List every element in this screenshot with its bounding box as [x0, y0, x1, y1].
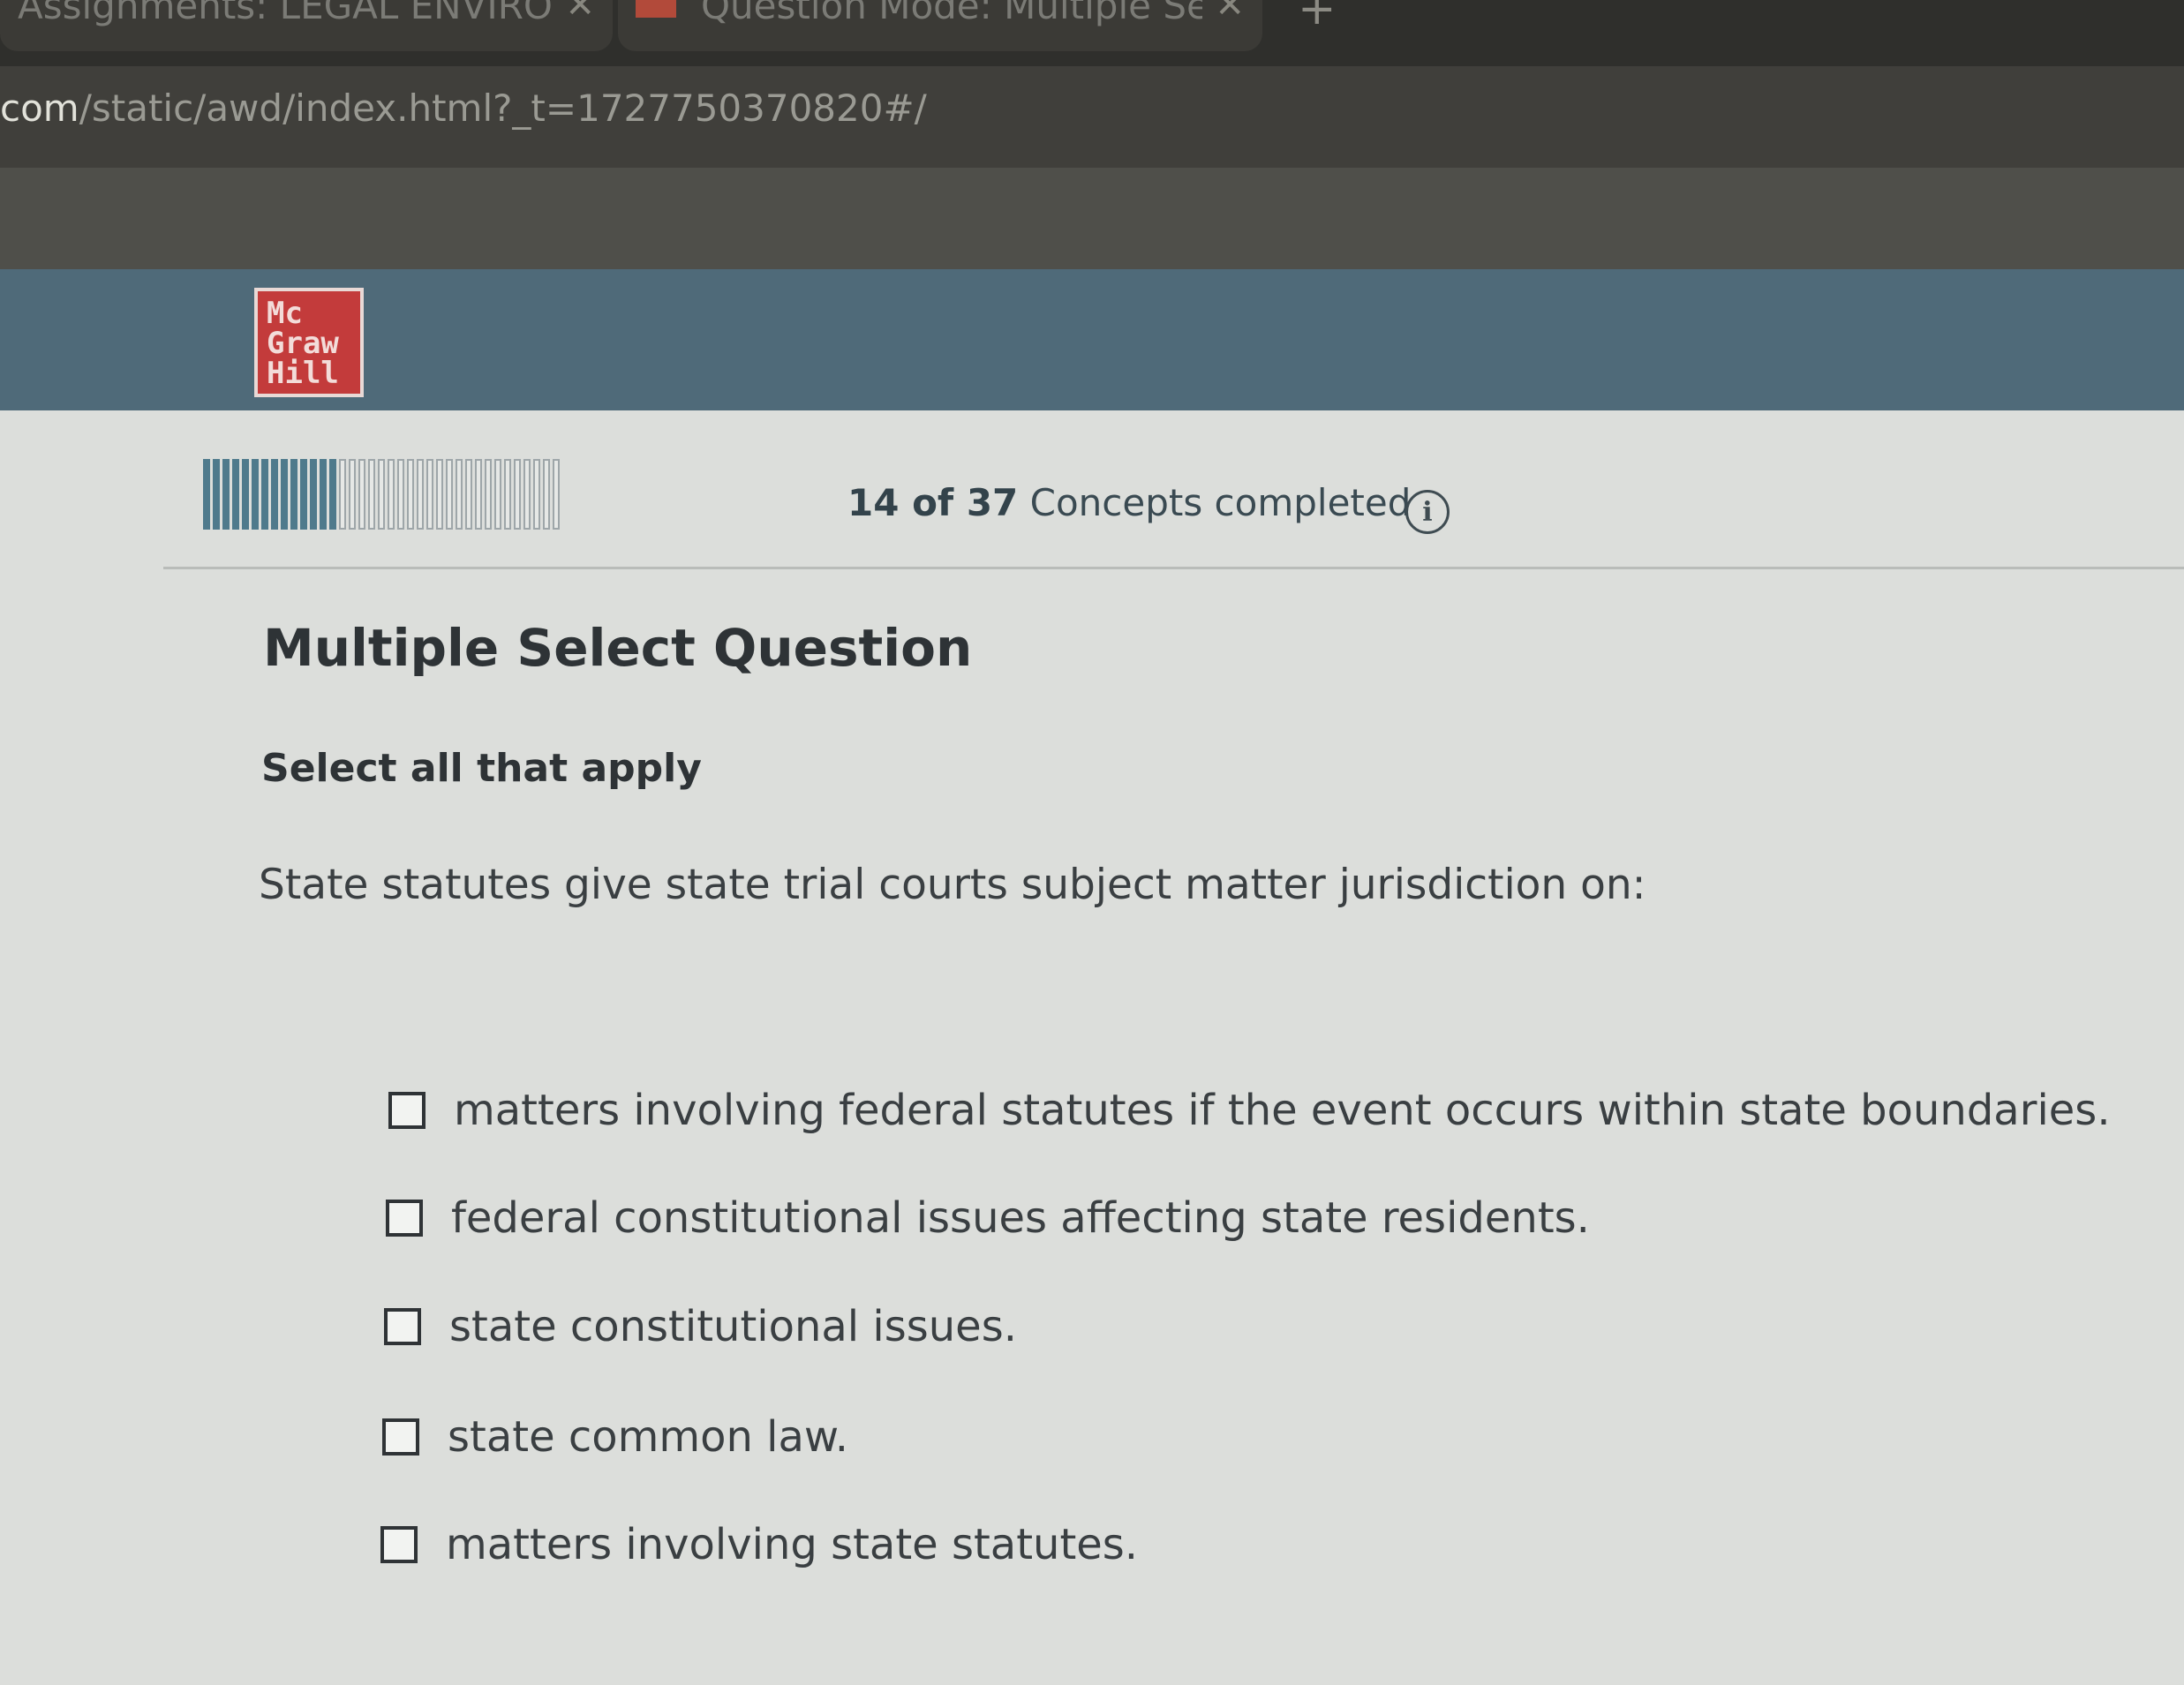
divider [163, 567, 2184, 569]
question-title: Multiple Select Question [263, 618, 973, 678]
progress-segment [456, 459, 463, 530]
browser-tab-question-mode[interactable]: Question Mode: Multiple Selec ✕ [618, 0, 1262, 51]
checkbox[interactable] [382, 1418, 419, 1456]
progress-segment [222, 459, 230, 530]
answer-option[interactable]: federal constitutional issues affecting … [386, 1193, 1590, 1243]
progress-segment [368, 459, 375, 530]
progress-segment [514, 459, 521, 530]
progress-segment [252, 459, 259, 530]
checkbox[interactable] [386, 1200, 423, 1237]
progress-segment [378, 459, 385, 530]
progress-segment [475, 459, 482, 530]
progress-segment [339, 459, 346, 530]
bookmarks-bar [0, 168, 2184, 269]
info-icon[interactable]: i [1405, 490, 1450, 534]
answer-option-label[interactable]: matters involving federal statutes if th… [454, 1086, 2111, 1135]
answer-option[interactable]: matters involving federal statutes if th… [388, 1086, 2111, 1135]
answer-option[interactable]: state constitutional issues. [384, 1302, 1017, 1351]
progress-segment [261, 459, 268, 530]
answer-option[interactable]: state common law. [382, 1412, 848, 1462]
url-host: com [0, 87, 79, 130]
progress-segment [232, 459, 239, 530]
logo-line: Mc [267, 296, 303, 331]
progress-count: 14 of 37 [847, 481, 1019, 524]
progress-segment [203, 459, 210, 530]
tab-title: Question Mode: Multiple Selec [701, 0, 1203, 27]
answer-option-label[interactable]: federal constitutional issues affecting … [451, 1193, 1590, 1243]
checkbox[interactable] [384, 1308, 421, 1345]
logo-line: Hill [267, 356, 339, 391]
new-tab-icon[interactable]: + [1298, 0, 1337, 32]
progress-segment [271, 459, 278, 530]
close-icon[interactable]: ✕ [565, 0, 595, 26]
progress-segment [533, 459, 540, 530]
progress-segment [417, 459, 424, 530]
close-icon[interactable]: ✕ [1215, 0, 1245, 26]
progress-segment [310, 459, 317, 530]
progress-segment [426, 459, 433, 530]
progress-segment [300, 459, 307, 530]
progress-segment [358, 459, 365, 530]
checkbox[interactable] [388, 1092, 426, 1129]
progress-segment [242, 459, 249, 530]
checkbox[interactable] [380, 1526, 418, 1563]
mcgraw-hill-favicon-icon [636, 0, 676, 18]
progress-segment [407, 459, 414, 530]
progress-segment [523, 459, 531, 530]
tab-title: Assignments: LEGAL ENVIRON [18, 0, 554, 27]
progress-segment [485, 459, 492, 530]
progress-segment [553, 459, 560, 530]
progress-status: 14 of 37 Concepts completed [847, 481, 1411, 524]
progress-label: Concepts completed [1029, 481, 1412, 524]
url-field[interactable]: com/static/awd/index.html?_t=17277503708… [0, 87, 927, 130]
progress-segment [446, 459, 453, 530]
answer-option-label[interactable]: state common law. [448, 1412, 848, 1462]
progress-segment [213, 459, 220, 530]
progress-segment [465, 459, 472, 530]
answer-option-label[interactable]: matters involving state statutes. [446, 1520, 1138, 1569]
browser-tab-assignments[interactable]: Assignments: LEGAL ENVIRON ✕ [0, 0, 613, 51]
question-instruction: Select all that apply [261, 746, 702, 791]
question-prompt: State statutes give state trial courts s… [259, 861, 1646, 909]
progress-segment [329, 459, 336, 530]
progress-segment [281, 459, 288, 530]
concepts-progress-bar [203, 459, 821, 530]
mcgraw-hill-logo[interactable]: Mc Graw Hill [254, 288, 364, 397]
progress-segment [397, 459, 404, 530]
progress-segment [543, 459, 550, 530]
browser-tab-bar: Assignments: LEGAL ENVIRON ✕ Question Mo… [0, 0, 2184, 66]
main-content [0, 410, 2184, 1685]
progress-segment [494, 459, 501, 530]
answer-option[interactable]: matters involving state statutes. [380, 1520, 1138, 1569]
progress-segment [320, 459, 327, 530]
progress-segment [504, 459, 511, 530]
progress-segment [290, 459, 297, 530]
url-path: /static/awd/index.html?_t=1727750370820#… [79, 87, 927, 130]
answer-option-label[interactable]: state constitutional issues. [449, 1302, 1017, 1351]
progress-segment [349, 459, 356, 530]
progress-segment [436, 459, 443, 530]
progress-segment [388, 459, 395, 530]
logo-line: Graw [267, 326, 339, 361]
